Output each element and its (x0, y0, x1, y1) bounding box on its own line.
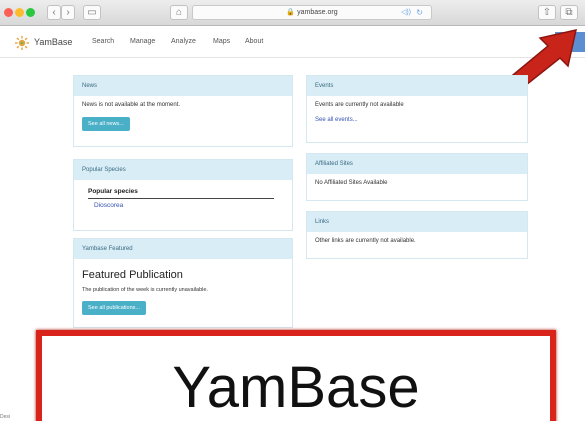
links-text: Other links are currently not available. (315, 238, 416, 244)
minimize-window-button[interactable] (15, 8, 24, 17)
nav-about[interactable]: About (245, 38, 263, 45)
url-text: yambase.org (297, 9, 338, 16)
links-panel: Links Other links are currently not avai… (306, 211, 528, 259)
events-panel-title: Events (307, 76, 527, 96)
affiliated-sites-panel: Affiliated Sites No Affiliated Sites Ava… (306, 153, 528, 201)
news-panel-title: News (74, 76, 292, 96)
tabs-icon[interactable]: ⧉ (560, 5, 578, 20)
address-bar[interactable]: 🔒 yambase.org ◁)) ↻ (192, 5, 432, 20)
reload-icon[interactable]: ↻ (416, 6, 423, 19)
news-text: News is not available at the moment. (82, 102, 181, 108)
popular-species-heading: Popular species (88, 188, 138, 195)
affiliated-sites-title: Affiliated Sites (307, 154, 527, 174)
nav-search[interactable]: Search (92, 38, 114, 45)
popular-species-panel: Popular Species Popular species Dioscore… (73, 159, 293, 231)
featured-heading: Featured Publication (82, 269, 183, 281)
popular-species-title: Popular Species (74, 160, 292, 180)
title-banner: YamBase (36, 330, 556, 421)
events-text: Events are currently not available (315, 102, 404, 108)
browser-toolbar: ‹ › ▭ ⌂ 🔒 yambase.org ◁)) ↻ ⇧ ⧉ (0, 0, 585, 26)
sidebar-toggle-icon[interactable]: ▭ (83, 5, 101, 20)
see-all-news-button[interactable]: See all news... (82, 117, 130, 131)
yambase-logo-icon[interactable] (14, 35, 30, 51)
news-panel: News News is not available at the moment… (73, 75, 293, 147)
nav-maps[interactable]: Maps (213, 38, 230, 45)
divider (88, 198, 274, 199)
zoom-window-button[interactable] (26, 8, 35, 17)
featured-panel-title: Yambase Featured (74, 239, 292, 259)
nav-analyze[interactable]: Analyze (171, 38, 196, 45)
species-link-dioscorea[interactable]: Dioscorea (94, 202, 284, 209)
featured-panel: Yambase Featured Featured Publication Th… (73, 238, 293, 328)
see-all-publications-button[interactable]: See all publications... (82, 301, 146, 315)
nav-manage[interactable]: Manage (130, 38, 155, 45)
affiliated-sites-text: No Affiliated Sites Available (315, 180, 388, 186)
links-panel-title: Links (307, 212, 527, 232)
featured-text: The publication of the week is currently… (82, 287, 208, 293)
banner-title: YamBase (172, 355, 420, 420)
lock-icon: 🔒 (286, 9, 296, 16)
audio-icon[interactable]: ◁)) (401, 6, 411, 19)
home-icon[interactable]: ⌂ (170, 5, 188, 20)
footer-fragment: Desi (0, 414, 11, 420)
see-all-events-link[interactable]: See all events... (315, 117, 519, 123)
close-window-button[interactable] (4, 8, 13, 17)
chevron-right-icon[interactable]: › (61, 5, 75, 20)
chevron-left-icon[interactable]: ‹ (47, 5, 61, 20)
share-icon[interactable]: ⇧ (538, 5, 556, 20)
events-panel: Events Events are currently not availabl… (306, 75, 528, 143)
brand-name[interactable]: YamBase (34, 37, 72, 47)
